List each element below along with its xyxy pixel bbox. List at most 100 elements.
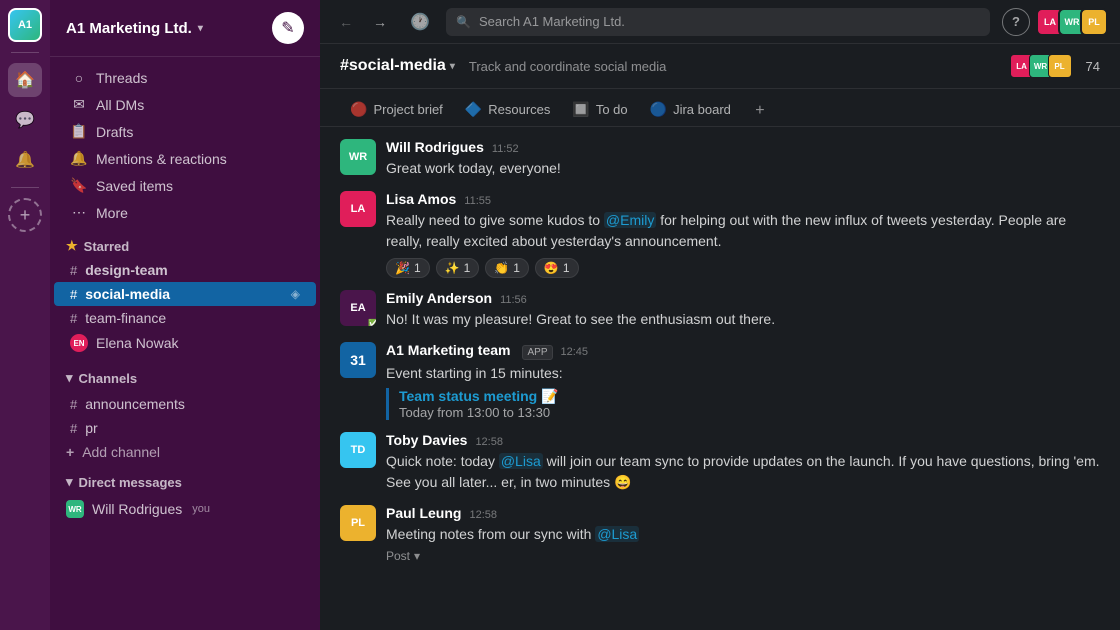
hash-icon: # — [70, 421, 77, 436]
search-bar[interactable]: 🔍 Search A1 Marketing Ltd. — [446, 8, 990, 36]
dm-label: Direct messages — [79, 475, 182, 490]
reaction-sparkles[interactable]: ✨ 1 — [436, 258, 480, 278]
channel-label: announcements — [85, 396, 185, 412]
msg-text: Meeting notes from our sync with @Lisa — [386, 524, 1100, 545]
triangle-icon: ▾ — [66, 370, 73, 386]
app-avatar: 31 — [340, 342, 376, 378]
forward-button[interactable]: → — [366, 8, 394, 36]
add-channel-button[interactable]: + Add channel — [50, 440, 320, 464]
msg-author: Toby Davies — [386, 432, 467, 448]
sidebar-item-label: Threads — [96, 70, 147, 86]
msg-time: 12:58 — [475, 436, 503, 448]
history-button[interactable]: 🕐 — [406, 8, 434, 36]
channels-section-header[interactable]: ▾ Channels — [50, 364, 320, 392]
drafts-icon: 📋 — [70, 123, 88, 140]
sidebar-header: A1 Marketing Ltd. ▾ ✎ — [50, 0, 320, 57]
sidebar-item-label: Mentions & reactions — [96, 151, 227, 167]
msg-text: Really need to give some kudos to @Emily… — [386, 210, 1100, 252]
msg-author: Emily Anderson — [386, 290, 492, 306]
starred-header[interactable]: ★ Starred — [50, 234, 320, 258]
sidebar-channel-announcements[interactable]: # announcements — [54, 392, 316, 416]
bookmark-icon: ◈ — [291, 287, 300, 301]
workspace-label: A1 Marketing Ltd. — [66, 20, 192, 37]
sidebar-dm-elena[interactable]: EN Elena Nowak — [54, 330, 316, 356]
nav-arrows: ← → — [332, 8, 394, 36]
quoted-title[interactable]: Team status meeting 📝 — [399, 388, 1100, 405]
reaction-party[interactable]: 🎉 1 — [386, 258, 430, 278]
post-chevron: ▾ — [414, 549, 420, 563]
header-right: LA WR PL 74 — [1010, 54, 1100, 78]
jira-icon: 🔵 — [650, 101, 667, 118]
sidebar-item-mentions[interactable]: 🔔 Mentions & reactions — [54, 145, 316, 172]
dm-section-header[interactable]: ▾ Direct messages — [50, 468, 320, 496]
compose-button[interactable]: ✎ — [272, 12, 304, 44]
sidebar-channel-design-team[interactable]: # design-team — [54, 258, 316, 282]
resources-icon: 🔷 — [465, 101, 482, 118]
msg-header: Paul Leung 12:58 — [386, 505, 1100, 521]
sidebar-item-drafts[interactable]: 📋 Drafts — [54, 118, 316, 145]
post-label: Post — [386, 549, 410, 563]
to-do-icon: 🔲 — [572, 101, 589, 118]
tab-project-brief[interactable]: 🔴 Project brief — [340, 95, 453, 126]
more-icon: ⋯ — [70, 204, 88, 221]
mention-lisa[interactable]: @Lisa — [499, 453, 543, 469]
channel-title-area: #social-media ▾ Track and coordinate soc… — [340, 57, 666, 75]
dm-icon[interactable]: 💬 — [8, 103, 42, 137]
project-brief-icon: 🔴 — [350, 101, 367, 118]
msg-header: Will Rodrigues 11:52 — [386, 139, 1100, 155]
member-avatars[interactable]: LA WR PL — [1010, 54, 1072, 78]
msg-header: A1 Marketing team APP 12:45 — [386, 342, 1100, 360]
activity-icon[interactable]: 🔔 — [8, 143, 42, 177]
mention-emily[interactable]: @Emily — [604, 212, 656, 228]
tab-to-do[interactable]: 🔲 To do — [562, 95, 637, 126]
strip-divider-2 — [11, 187, 39, 188]
sidebar-item-all-dms[interactable]: ✉ All DMs — [54, 91, 316, 118]
strip-divider — [11, 52, 39, 53]
mention-lisa-2[interactable]: @Lisa — [595, 526, 639, 542]
sidebar-item-more[interactable]: ⋯ More — [54, 199, 316, 226]
sidebar-dm-will[interactable]: WR Will Rodrigues you — [50, 496, 320, 522]
channel-tabs: 🔴 Project brief 🔷 Resources 🔲 To do 🔵 Ji… — [320, 89, 1120, 127]
messages-area[interactable]: WR Will Rodrigues 11:52 Great work today… — [320, 127, 1120, 630]
add-tab-button[interactable]: + — [747, 98, 773, 124]
channel-label: team-finance — [85, 310, 166, 326]
msg-time: 11:55 — [464, 195, 491, 207]
workspace-logo: A1 — [10, 10, 40, 40]
back-button[interactable]: ← — [332, 8, 360, 36]
sidebar-channel-pr[interactable]: # pr — [54, 416, 316, 440]
member-count: 74 — [1086, 59, 1100, 74]
compose-icon: ✎ — [281, 18, 294, 38]
help-button[interactable]: ? — [1002, 8, 1030, 36]
hash-icon: # — [70, 287, 77, 302]
message-row: TD Toby Davies 12:58 Quick note: today @… — [340, 432, 1100, 493]
workspace-icon[interactable]: A1 — [8, 8, 42, 42]
channel-name[interactable]: #social-media ▾ — [340, 57, 455, 75]
star-icon: ★ — [66, 238, 78, 254]
msg-text: Great work today, everyone! — [386, 158, 1100, 179]
msg-time: 12:45 — [561, 346, 589, 358]
reaction-heart-eyes[interactable]: 😍 1 — [535, 258, 579, 278]
msg-time: 11:52 — [492, 143, 519, 155]
channel-label: social-media — [85, 286, 170, 302]
search-placeholder: Search A1 Marketing Ltd. — [479, 14, 625, 29]
add-workspace-button[interactable]: + — [8, 198, 42, 232]
msg-body: Will Rodrigues 11:52 Great work today, e… — [386, 139, 1100, 179]
post-button[interactable]: Post ▾ — [386, 549, 420, 563]
msg-avatar: PL — [340, 505, 376, 541]
msg-author: Paul Leung — [386, 505, 461, 521]
sidebar-item-label: Saved items — [96, 178, 173, 194]
tab-jira-board[interactable]: 🔵 Jira board — [640, 95, 741, 126]
sidebar-item-threads[interactable]: ○ Threads — [54, 65, 316, 91]
msg-body: A1 Marketing team APP 12:45 Event starti… — [386, 342, 1100, 420]
you-badge: you — [192, 503, 210, 515]
tab-resources[interactable]: 🔷 Resources — [455, 95, 561, 126]
home-icon[interactable]: 🏠 — [8, 63, 42, 97]
reaction-clap[interactable]: 👏 1 — [485, 258, 529, 278]
msg-author: A1 Marketing team — [386, 342, 510, 358]
sidebar-channel-team-finance[interactable]: # team-finance — [54, 306, 316, 330]
channel-chevron: ▾ — [450, 61, 455, 72]
workspace-name[interactable]: A1 Marketing Ltd. ▾ — [66, 20, 203, 37]
sidebar-item-saved[interactable]: 🔖 Saved items — [54, 172, 316, 199]
sidebar-channel-social-media[interactable]: # social-media ◈ — [54, 282, 316, 306]
quoted-text: Today from 13:00 to 13:30 — [399, 405, 1100, 420]
